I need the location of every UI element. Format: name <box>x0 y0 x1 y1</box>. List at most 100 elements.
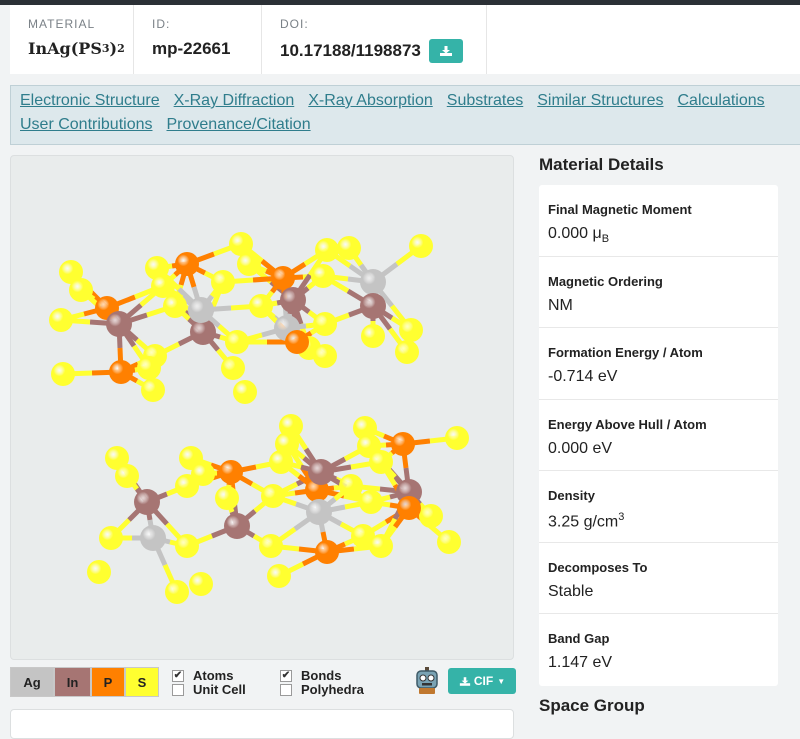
atom-s <box>69 278 93 302</box>
unit-cell-checkbox[interactable]: Unit Cell <box>172 682 246 697</box>
material-header: MATERIAL InAg(PS 3) 2 ID: mp-22661 DOI: 10… <box>10 5 800 74</box>
element-in-button[interactable]: In <box>54 667 91 697</box>
material-id: mp-22661 <box>152 39 231 58</box>
element-s-button[interactable]: S <box>125 667 159 697</box>
atom-s <box>211 270 235 294</box>
atom-s <box>237 252 261 276</box>
cif-download-button[interactable]: CIF ▼ <box>448 668 516 694</box>
doi-row: 10.17188/1198873 <box>280 39 486 63</box>
section-nav: Electronic Structure X-Ray Diffraction X-R… <box>10 85 800 145</box>
polyhedra-check-box[interactable] <box>280 683 292 696</box>
viewer-controls: Ag In P S ✔ Atoms Unit Cell ✔ Bonds Polyhe… <box>10 666 516 701</box>
unit-cell-check-box[interactable] <box>172 683 184 696</box>
atom-s <box>359 490 383 514</box>
doi-value: 10.17188/1198873 <box>280 41 421 60</box>
material-formula: InAg(PS 3) 2 <box>28 39 125 58</box>
atom-s <box>445 426 469 450</box>
atom-s <box>99 526 123 550</box>
atom-s <box>191 462 215 486</box>
atom-in <box>280 287 306 313</box>
detail-row: Magnetic Ordering NM <box>539 257 778 328</box>
atoms-checkbox[interactable]: ✔ Atoms <box>172 668 233 683</box>
nav-link-xray-diffraction[interactable]: X-Ray Diffraction <box>174 92 295 109</box>
polyhedra-checkbox[interactable]: Polyhedra <box>280 682 364 697</box>
atom-p <box>397 496 421 520</box>
atom-s <box>151 274 175 298</box>
atom-s <box>419 504 443 528</box>
detail-row: Band Gap 1.147 eV <box>548 631 613 671</box>
atom-ag <box>360 269 386 295</box>
atom-s <box>313 312 337 336</box>
detail-row: Energy Above Hull / Atom 0.000 eV <box>539 400 778 471</box>
atom-s <box>225 330 249 354</box>
nav-row-2: User Contributions Provenance/Citation <box>20 116 800 140</box>
crystal-structure[interactable] <box>11 156 515 661</box>
robot-icon[interactable] <box>412 666 442 701</box>
doi-download-button[interactable] <box>428 39 463 63</box>
atom-s <box>259 534 283 558</box>
atom-in <box>308 459 334 485</box>
atom-in <box>360 293 386 319</box>
atom-s <box>249 294 273 318</box>
bonds-check-box[interactable]: ✔ <box>280 669 292 682</box>
atom-s <box>315 238 339 262</box>
doi-label: DOI: <box>280 17 309 31</box>
atom-s <box>313 344 337 368</box>
caret-down-icon: ▼ <box>497 676 506 686</box>
nav-link-electronic-structure[interactable]: Electronic Structure <box>20 92 160 109</box>
nav-link-user-contributions[interactable]: User Contributions <box>20 116 153 133</box>
download-icon <box>459 676 471 686</box>
nav-link-xray-absorption[interactable]: X-Ray Absorption <box>308 92 433 109</box>
element-p-button[interactable]: P <box>91 667 125 697</box>
atom-p <box>175 252 199 276</box>
detail-row: Density 3.25 g/cm3 <box>539 471 778 543</box>
atom-ag <box>188 297 214 323</box>
element-ag-button[interactable]: Ag <box>10 667 54 697</box>
atom-s <box>175 534 199 558</box>
atom-s <box>163 294 187 318</box>
atom-p <box>391 432 415 456</box>
atom-s <box>165 580 189 604</box>
atom-s <box>395 340 419 364</box>
atom-s <box>369 534 393 558</box>
atom-p <box>109 360 133 384</box>
atom-in <box>134 489 160 515</box>
atom-s <box>311 264 335 288</box>
atom-p <box>285 330 309 354</box>
bonds-checkbox[interactable]: ✔ Bonds <box>280 668 341 683</box>
material-label: MATERIAL <box>28 17 96 31</box>
atom-s <box>269 450 293 474</box>
details-title: Material Details <box>539 155 664 174</box>
id-label: ID: <box>152 17 171 31</box>
detail-row: Final Magnetic Moment 0.000 μB <box>539 185 778 257</box>
atom-s <box>137 356 161 380</box>
atom-s <box>399 318 423 342</box>
atom-ag <box>140 525 166 551</box>
atom-ag <box>306 499 332 525</box>
atom-s <box>141 378 165 402</box>
atom-s <box>361 324 385 348</box>
nav-link-substrates[interactable]: Substrates <box>447 92 523 109</box>
atom-s <box>267 564 291 588</box>
material-cell: MATERIAL InAg(PS 3) 2 <box>10 5 134 74</box>
nav-row-1: Electronic Structure X-Ray Diffraction X-R… <box>20 92 800 116</box>
nav-link-similar-structures[interactable]: Similar Structures <box>537 92 663 109</box>
atom-in <box>224 513 250 539</box>
structure-viewer[interactable] <box>10 155 514 660</box>
atom-s <box>369 450 393 474</box>
nav-link-provenance[interactable]: Provenance/Citation <box>167 116 311 133</box>
atom-s <box>215 486 239 510</box>
material-details-list: Final Magnetic Moment 0.000 μB Magnetic … <box>539 185 778 686</box>
atom-in <box>190 319 216 345</box>
detail-row: Decomposes To Stable <box>539 543 778 614</box>
atom-p <box>219 460 243 484</box>
id-cell: ID: mp-22661 <box>134 5 262 74</box>
atom-s <box>437 530 461 554</box>
doi-cell: DOI: 10.17188/1198873 <box>262 5 487 74</box>
nav-link-calculations[interactable]: Calculations <box>678 92 765 109</box>
atom-s <box>221 356 245 380</box>
atom-s <box>409 234 433 258</box>
atoms-check-box[interactable]: ✔ <box>172 669 184 682</box>
atom-s <box>51 362 75 386</box>
atom-s <box>339 474 363 498</box>
